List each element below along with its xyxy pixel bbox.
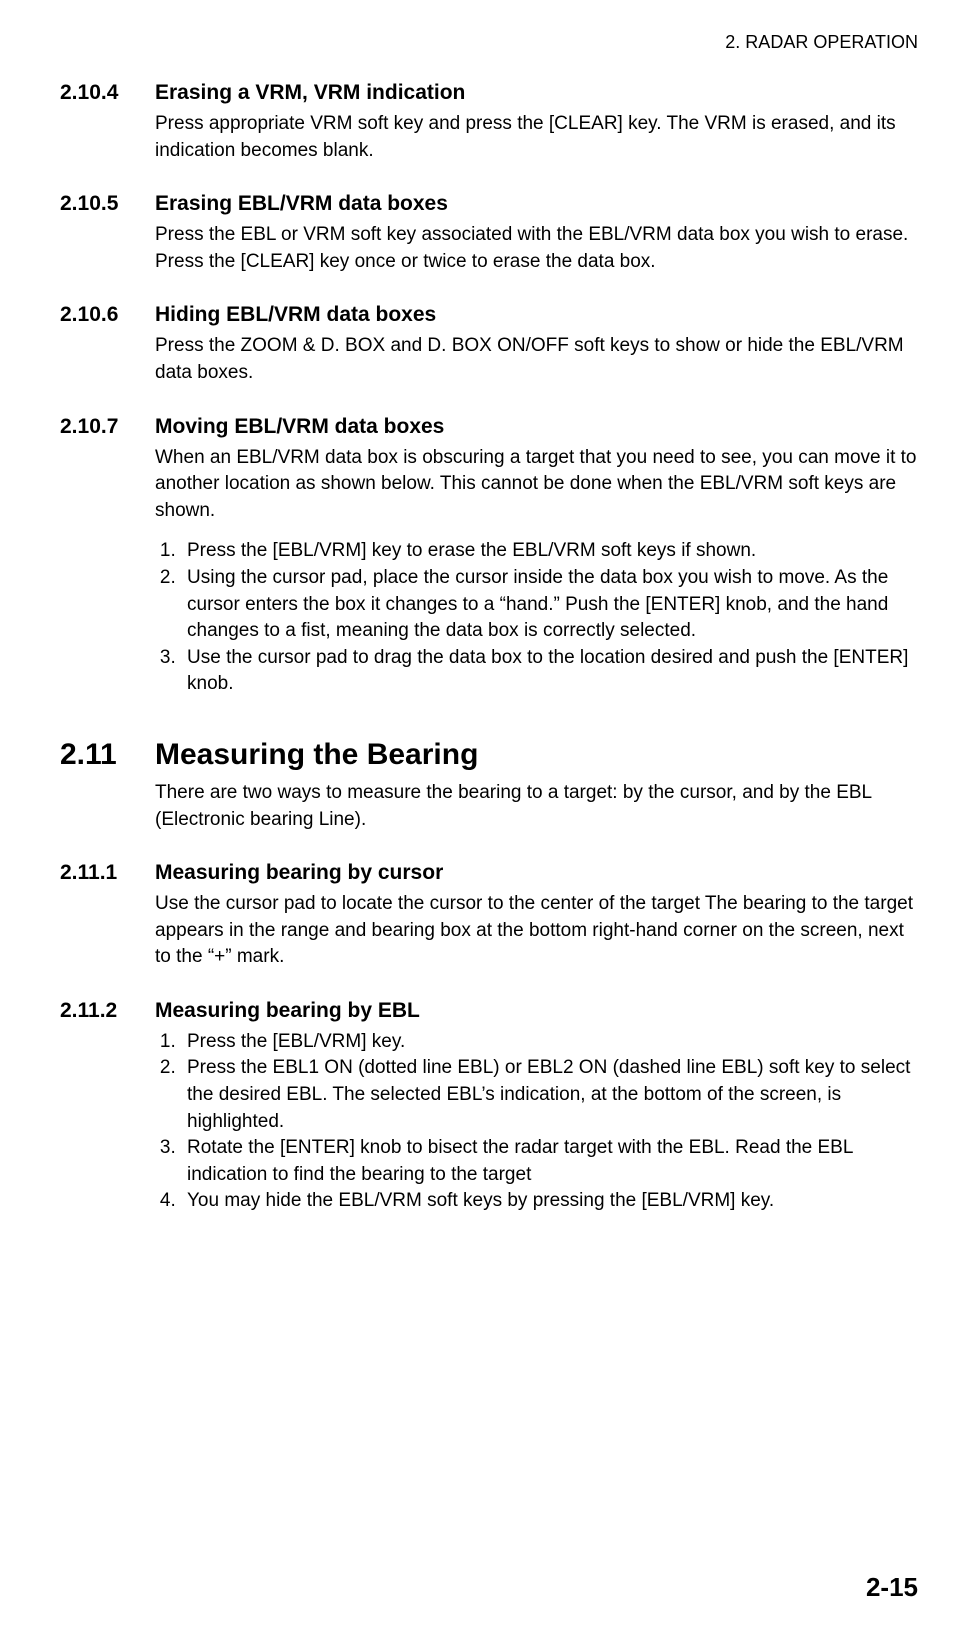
section-number: 2.10.7 <box>60 415 155 439</box>
section-body: Use the cursor pad to locate the cursor … <box>155 891 918 971</box>
page-number: 2-15 <box>866 1572 918 1603</box>
section-title: Erasing a VRM, VRM indication <box>155 81 465 105</box>
section-body: Press the EBL or VRM soft key associated… <box>155 222 918 275</box>
ordered-list: Press the [EBL/VRM] key. Press the EBL1 … <box>155 1029 918 1215</box>
list-item: Press the EBL1 ON (dotted line EBL) or E… <box>181 1055 918 1135</box>
list-item: You may hide the EBL/VRM soft keys by pr… <box>181 1188 918 1215</box>
section-2-10-6: 2.10.6 Hiding EBL/VRM data boxes Press t… <box>60 303 918 386</box>
section-number: 2.10.4 <box>60 81 155 105</box>
section-title: Measuring the Bearing <box>155 738 478 772</box>
section-number: 2.11.2 <box>60 999 155 1023</box>
section-number: 2.10.5 <box>60 192 155 216</box>
section-number: 2.10.6 <box>60 303 155 327</box>
section-2-10-5: 2.10.5 Erasing EBL/VRM data boxes Press … <box>60 192 918 275</box>
section-title: Measuring bearing by EBL <box>155 999 420 1023</box>
section-number: 2.11.1 <box>60 861 155 885</box>
list-item: Press the [EBL/VRM] key. <box>181 1029 918 1056</box>
list-item: Using the cursor pad, place the cursor i… <box>181 565 918 645</box>
section-2-11-2: 2.11.2 Measuring bearing by EBL Press th… <box>60 999 918 1215</box>
section-title: Hiding EBL/VRM data boxes <box>155 303 436 327</box>
section-2-11: 2.11 Measuring the Bearing There are two… <box>60 738 918 833</box>
section-title: Measuring bearing by cursor <box>155 861 443 885</box>
section-title: Moving EBL/VRM data boxes <box>155 415 444 439</box>
section-body: There are two ways to measure the bearin… <box>155 780 918 833</box>
list-item: Use the cursor pad to drag the data box … <box>181 645 918 698</box>
section-body: When an EBL/VRM data box is obscuring a … <box>155 445 918 525</box>
list-item: Rotate the [ENTER] knob to bisect the ra… <box>181 1135 918 1188</box>
section-body: Press appropriate VRM soft key and press… <box>155 111 918 164</box>
section-2-10-4: 2.10.4 Erasing a VRM, VRM indication Pre… <box>60 81 918 164</box>
section-title: Erasing EBL/VRM data boxes <box>155 192 448 216</box>
page: 2. RADAR OPERATION 2.10.4 Erasing a VRM,… <box>0 0 978 1633</box>
chapter-header: 2. RADAR OPERATION <box>60 32 918 53</box>
section-2-10-7: 2.10.7 Moving EBL/VRM data boxes When an… <box>60 415 918 698</box>
section-number: 2.11 <box>60 738 155 772</box>
section-2-11-1: 2.11.1 Measuring bearing by cursor Use t… <box>60 861 918 971</box>
list-item: Press the [EBL/VRM] key to erase the EBL… <box>181 538 918 565</box>
ordered-list: Press the [EBL/VRM] key to erase the EBL… <box>155 538 918 698</box>
section-body: Press the ZOOM & D. BOX and D. BOX ON/OF… <box>155 333 918 386</box>
